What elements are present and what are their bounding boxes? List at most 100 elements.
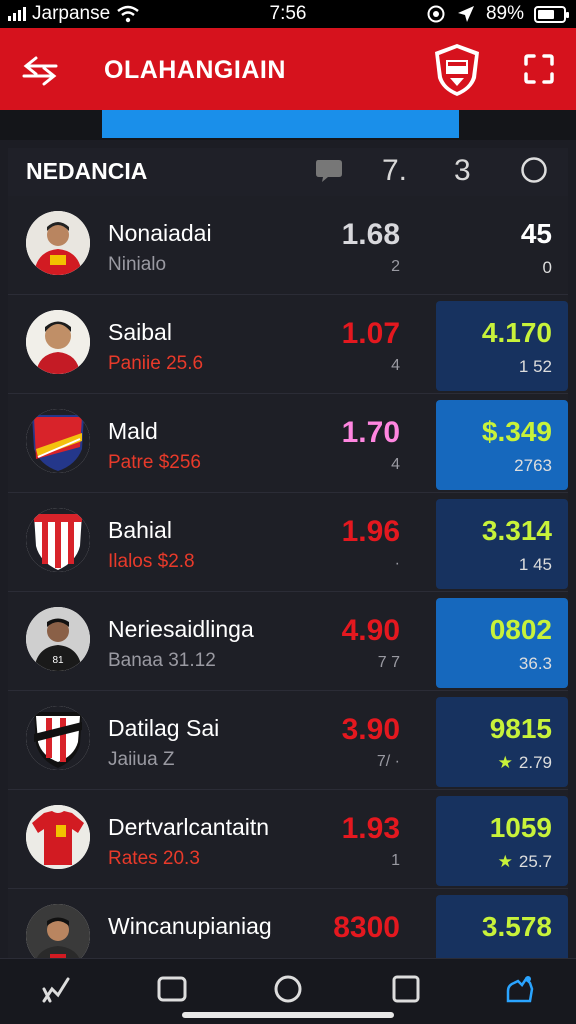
rotation-lock-icon [427,5,445,23]
star-icon: ★ [497,852,513,871]
list-item[interactable]: Bahial Ilalos $2.8 1.96 · 3.314 1 45 [8,493,568,592]
player-portrait-avatar [26,310,90,374]
diagonal-crest-avatar [26,706,90,770]
progress-fill [102,110,459,138]
price-subtext: ★ 2.79 [498,753,552,773]
item-subtitle: Jaiiua Z [108,749,175,770]
price-subtext: 2763 [514,456,552,476]
stats-icon[interactable] [40,973,72,1005]
odds-count: 7/ · [376,753,400,770]
price-subtext-value: 0 [542,258,552,277]
column-seven[interactable]: 7. [382,154,407,188]
price-box[interactable]: 0802 36.3 [436,598,568,688]
odds-value[interactable]: 1.70 [342,416,400,450]
list-item[interactable]: Mald Patre $256 1.70 4 $.349 2763 [8,394,568,493]
item-name: Neriesaidlinga [108,616,254,642]
odds-count: 4 [391,456,400,473]
odds-count: 1 [391,852,400,869]
price-value: 0802 [489,614,552,645]
price-subtext: 36.3 [519,654,552,674]
price-box[interactable]: 1059 ★ 25.7 [436,796,568,886]
price-subtext-value: 1 45 [518,555,552,574]
item-name: Wincanupianiag [108,913,272,939]
square-icon[interactable] [156,973,188,1005]
price-box[interactable]: 3.314 1 45 [436,499,568,589]
price-box[interactable]: 9815 ★ 2.79 [436,697,568,787]
scan-icon[interactable] [522,52,556,86]
odds-value[interactable]: 1.93 [342,812,400,846]
odds-value[interactable]: 4.90 [342,614,400,648]
app-title: OLAHANGIAIN [104,56,286,84]
tabs-icon[interactable] [390,973,422,1005]
chat-bubble-icon[interactable] [314,156,344,184]
list-item[interactable]: Datilag Sai Jaiiua Z 3.90 7/ · 9815 ★ 2.79 [8,691,568,790]
item-subtitle: Banaa 31.12 [108,650,216,671]
shield-crest-avatar [26,409,90,473]
striped-crest-avatar [26,508,90,572]
item-name: Mald [108,418,158,444]
section-title: NEDANCIA [26,158,148,184]
odds-value[interactable]: 1.07 [342,317,400,351]
odds-list: Nonaiadai Ninialo 1.68 2 45 0 Saibal Paniie 25.… [8,196,568,958]
item-name: Datilag Sai [108,715,220,741]
price-value: 1059 [489,812,552,843]
player-team-avatar [26,904,90,958]
price-subtext: ★ 25.7 [498,852,552,872]
price-subtext: 1 52 [519,357,552,377]
battery-icon [534,5,569,23]
player-red-avatar [26,211,90,275]
price-subtext-value: 2763 [514,456,552,475]
price-subtext-value: 25.7 [518,852,552,871]
list-item[interactable]: 81 Neriesaidlinga Banaa 31.12 4.90 7 7 0802 36… [8,592,568,691]
list-item[interactable]: Nonaiadai Ninialo 1.68 2 45 0 [8,196,568,295]
odds-value[interactable]: 3.90 [342,713,400,747]
odds-count: · [394,555,400,572]
price-value: 4.170 [481,317,552,348]
price-value: 3.314 [481,515,552,546]
club-crest-icon[interactable] [432,42,482,98]
back-arrows-icon[interactable] [20,50,60,90]
svg-text:81: 81 [52,655,64,666]
price-subtext-value: 2.79 [518,753,552,772]
price-value: 45 [520,218,552,249]
circle-filter-icon[interactable] [520,156,548,184]
circle-icon[interactable] [272,973,304,1005]
item-subtitle: Rates 20.3 [108,848,200,869]
odds-count: 2 [391,258,400,275]
odds-value[interactable]: 1.96 [342,515,400,549]
column-three[interactable]: 3 [454,154,471,188]
item-subtitle: Paniie 25.6 [108,353,204,374]
list-item[interactable]: Dertvarlcantaitn Rates 20.3 1.93 1 1059 ★ 25.7 [8,790,568,889]
player-black-avatar: 81 [26,607,90,671]
location-icon [457,6,474,22]
star-icon: ★ [497,753,513,772]
item-name: Nonaiadai [108,220,212,246]
price-subtext: 1 45 [519,555,552,575]
price-value: 3.578 [481,911,552,942]
item-subtitle: Ninialo [108,254,167,275]
price-box[interactable]: 4.170 1 52 [436,301,568,391]
home-indicator [182,1012,394,1018]
price-value: $.349 [481,416,552,447]
item-name: Bahial [108,517,172,543]
team-icon[interactable] [504,973,536,1005]
list-item[interactable]: Saibal Paniie 25.6 1.07 4 4.170 1 52 [8,295,568,394]
progress-track [0,110,576,140]
odds-count: 7 7 [377,654,400,671]
app-header: OLAHANGIAIN [0,28,576,110]
odds-value[interactable]: 8300 [333,911,400,945]
price-value: 9815 [489,713,552,744]
battery-percent: 89% [485,3,524,24]
price-subtext: 0 [543,258,552,278]
item-name: Dertvarlcantaitn [108,814,270,840]
item-subtitle: Patre $256 [108,452,201,473]
price-box[interactable]: 45 0 [436,202,568,292]
price-box[interactable]: 3.578 [436,895,568,958]
price-subtext-value: 1 52 [518,357,552,376]
odds-value[interactable]: 1.68 [342,218,400,252]
jersey-red-avatar [26,805,90,869]
price-box[interactable]: $.349 2763 [436,400,568,490]
item-subtitle: Ilalos $2.8 [108,551,195,572]
list-item[interactable]: Wincanupianiag 8300 3.578 [8,889,568,958]
price-subtext-value: 36.3 [518,654,552,673]
